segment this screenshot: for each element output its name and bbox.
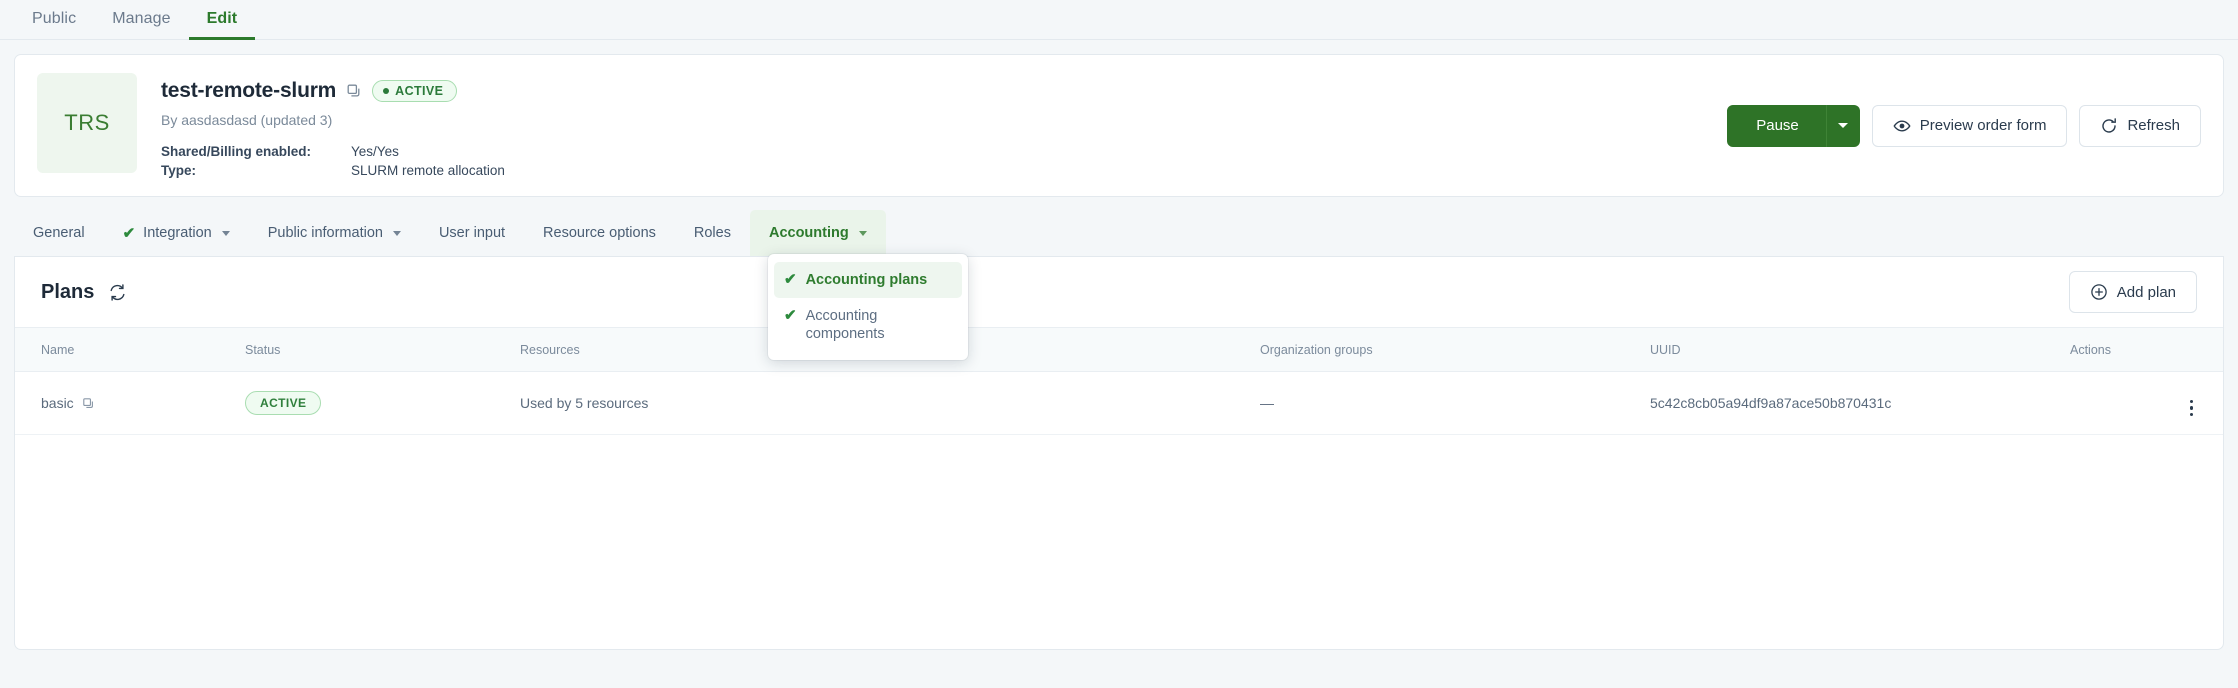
info-value-shared-billing: Yes/Yes xyxy=(351,142,505,161)
chevron-down-icon xyxy=(393,231,401,236)
plus-circle-icon xyxy=(2090,283,2108,301)
offering-subnav: General ✔ Integration Public information… xyxy=(14,210,2224,257)
status-dot-icon xyxy=(383,88,389,94)
check-icon: ✔ xyxy=(784,308,797,323)
cell-actions xyxy=(2070,372,2223,435)
page-title: test-remote-slurm xyxy=(161,79,336,103)
refresh-icon xyxy=(2100,117,2118,135)
info-value-type: SLURM remote allocation xyxy=(351,161,505,180)
refresh-button[interactable]: Refresh xyxy=(2079,105,2201,147)
subnav-label-user-input: User input xyxy=(439,225,505,241)
subnav-label-general: General xyxy=(33,225,85,241)
tab-public[interactable]: Public xyxy=(14,0,94,40)
add-plan-button[interactable]: Add plan xyxy=(2069,271,2197,313)
avatar-initials: TRS xyxy=(64,110,110,136)
tab-manage-label: Manage xyxy=(112,10,170,28)
preview-order-form-button[interactable]: Preview order form xyxy=(1872,105,2068,147)
kebab-menu-icon[interactable] xyxy=(2190,400,2194,417)
tab-edit-label: Edit xyxy=(207,10,238,28)
subnav-label-resource-options: Resource options xyxy=(543,225,656,241)
status-badge: ACTIVE xyxy=(372,80,457,102)
column-header-uuid[interactable]: UUID xyxy=(1650,328,2070,372)
status-badge-label: ACTIVE xyxy=(395,84,443,98)
subnav-label-integration: Integration xyxy=(143,225,212,241)
plans-table-header: Name Status Resources Organization group… xyxy=(15,328,2223,372)
subnav-item-general[interactable]: General xyxy=(14,210,104,256)
check-icon: ✔ xyxy=(784,272,797,287)
add-plan-button-label: Add plan xyxy=(2117,284,2176,301)
cell-status: ACTIVE xyxy=(245,372,520,435)
cell-organization-groups: — xyxy=(1260,372,1650,435)
subnav-item-resource-options[interactable]: Resource options xyxy=(524,210,675,256)
column-header-name[interactable]: Name xyxy=(15,328,245,372)
kebab-dot xyxy=(2190,406,2194,410)
eye-icon xyxy=(1893,117,1911,135)
sync-icon[interactable] xyxy=(108,283,127,302)
cell-name: basic xyxy=(15,372,245,435)
menu-item-accounting-components[interactable]: ✔ Accounting components xyxy=(774,298,962,352)
primary-tab-bar: Public Manage Edit xyxy=(0,0,2238,40)
subnav-label-accounting: Accounting xyxy=(769,225,849,241)
offering-title-row: test-remote-slurm ACTIVE xyxy=(161,79,505,103)
plans-table: Name Status Resources Organization group… xyxy=(15,327,2223,435)
subnav-item-accounting[interactable]: Accounting xyxy=(750,210,886,256)
subnav-item-user-input[interactable]: User input xyxy=(420,210,524,256)
info-label-type: Type: xyxy=(161,161,351,180)
info-row-type: Type: SLURM remote allocation xyxy=(161,161,505,180)
check-icon: ✔ xyxy=(123,226,136,241)
plan-status-badge: ACTIVE xyxy=(245,391,321,415)
header-actions: Pause Preview order form Ref xyxy=(1727,105,2201,147)
subnav-item-integration[interactable]: ✔ Integration xyxy=(104,210,249,256)
plans-panel-header: Plans Add plan xyxy=(15,257,2223,327)
tab-public-label: Public xyxy=(32,10,76,28)
pause-split-button: Pause xyxy=(1727,105,1860,147)
info-row-shared-billing: Shared/Billing enabled: Yes/Yes xyxy=(161,142,505,161)
column-header-status[interactable]: Status xyxy=(245,328,520,372)
plans-table-header-row: Name Status Resources Organization group… xyxy=(15,328,2223,372)
plans-title: Plans xyxy=(41,281,94,304)
subnav-label-public-information: Public information xyxy=(268,225,383,241)
tab-edit[interactable]: Edit xyxy=(189,0,256,40)
copy-icon[interactable] xyxy=(346,83,362,99)
table-row[interactable]: basic ACTIVE Used by 5 resources — xyxy=(15,372,2223,435)
pause-button-label: Pause xyxy=(1756,117,1799,134)
plan-name-label: basic xyxy=(41,395,74,411)
chevron-down-icon xyxy=(222,231,230,236)
pause-button[interactable]: Pause xyxy=(1727,105,1826,147)
plans-panel: Plans Add plan xyxy=(14,257,2224,650)
cell-resources: Used by 5 resources xyxy=(520,372,960,435)
subnav-label-roles: Roles xyxy=(694,225,731,241)
offering-header-main: test-remote-slurm ACTIVE By aasdasdasd (… xyxy=(161,73,505,180)
kebab-dot xyxy=(2190,413,2194,417)
subnav-item-public-information[interactable]: Public information xyxy=(249,210,420,256)
subnav-item-roles[interactable]: Roles xyxy=(675,210,750,256)
column-header-actions: Actions xyxy=(2070,328,2223,372)
plans-table-body: basic ACTIVE Used by 5 resources — xyxy=(15,372,2223,435)
chevron-down-icon xyxy=(1838,123,1848,128)
offering-header-card: TRS test-remote-slurm ACTIVE By aasdasda… xyxy=(14,54,2224,197)
cell-uuid: 5c42c8cb05a94df9a87ace50b870431c xyxy=(1650,372,2070,435)
menu-item-accounting-plans[interactable]: ✔ Accounting plans xyxy=(774,262,962,298)
offering-avatar: TRS xyxy=(37,73,137,173)
plan-name-wrapper: basic xyxy=(41,395,245,411)
copy-icon[interactable] xyxy=(82,397,95,410)
kebab-dot xyxy=(2190,400,2194,404)
column-header-spacer xyxy=(960,328,1260,372)
accounting-dropdown-menu: ✔ Accounting plans ✔ Accounting componen… xyxy=(768,254,968,360)
column-header-organization-groups[interactable]: Organization groups xyxy=(1260,328,1650,372)
menu-item-accounting-components-label: Accounting components xyxy=(806,307,952,343)
refresh-button-label: Refresh xyxy=(2127,117,2180,134)
pause-dropdown-toggle[interactable] xyxy=(1826,105,1860,147)
tab-manage[interactable]: Manage xyxy=(94,0,188,40)
info-label-shared-billing: Shared/Billing enabled: xyxy=(161,142,351,161)
preview-order-form-label: Preview order form xyxy=(1920,117,2047,134)
offering-byline: By aasdasdasd (updated 3) xyxy=(161,112,505,128)
offering-info-table: Shared/Billing enabled: Yes/Yes Type: SL… xyxy=(161,142,505,180)
chevron-down-icon xyxy=(859,231,867,236)
cell-spacer xyxy=(960,372,1260,435)
plans-panel-header-right: Add plan xyxy=(2069,271,2197,313)
menu-item-accounting-plans-label: Accounting plans xyxy=(806,271,928,289)
